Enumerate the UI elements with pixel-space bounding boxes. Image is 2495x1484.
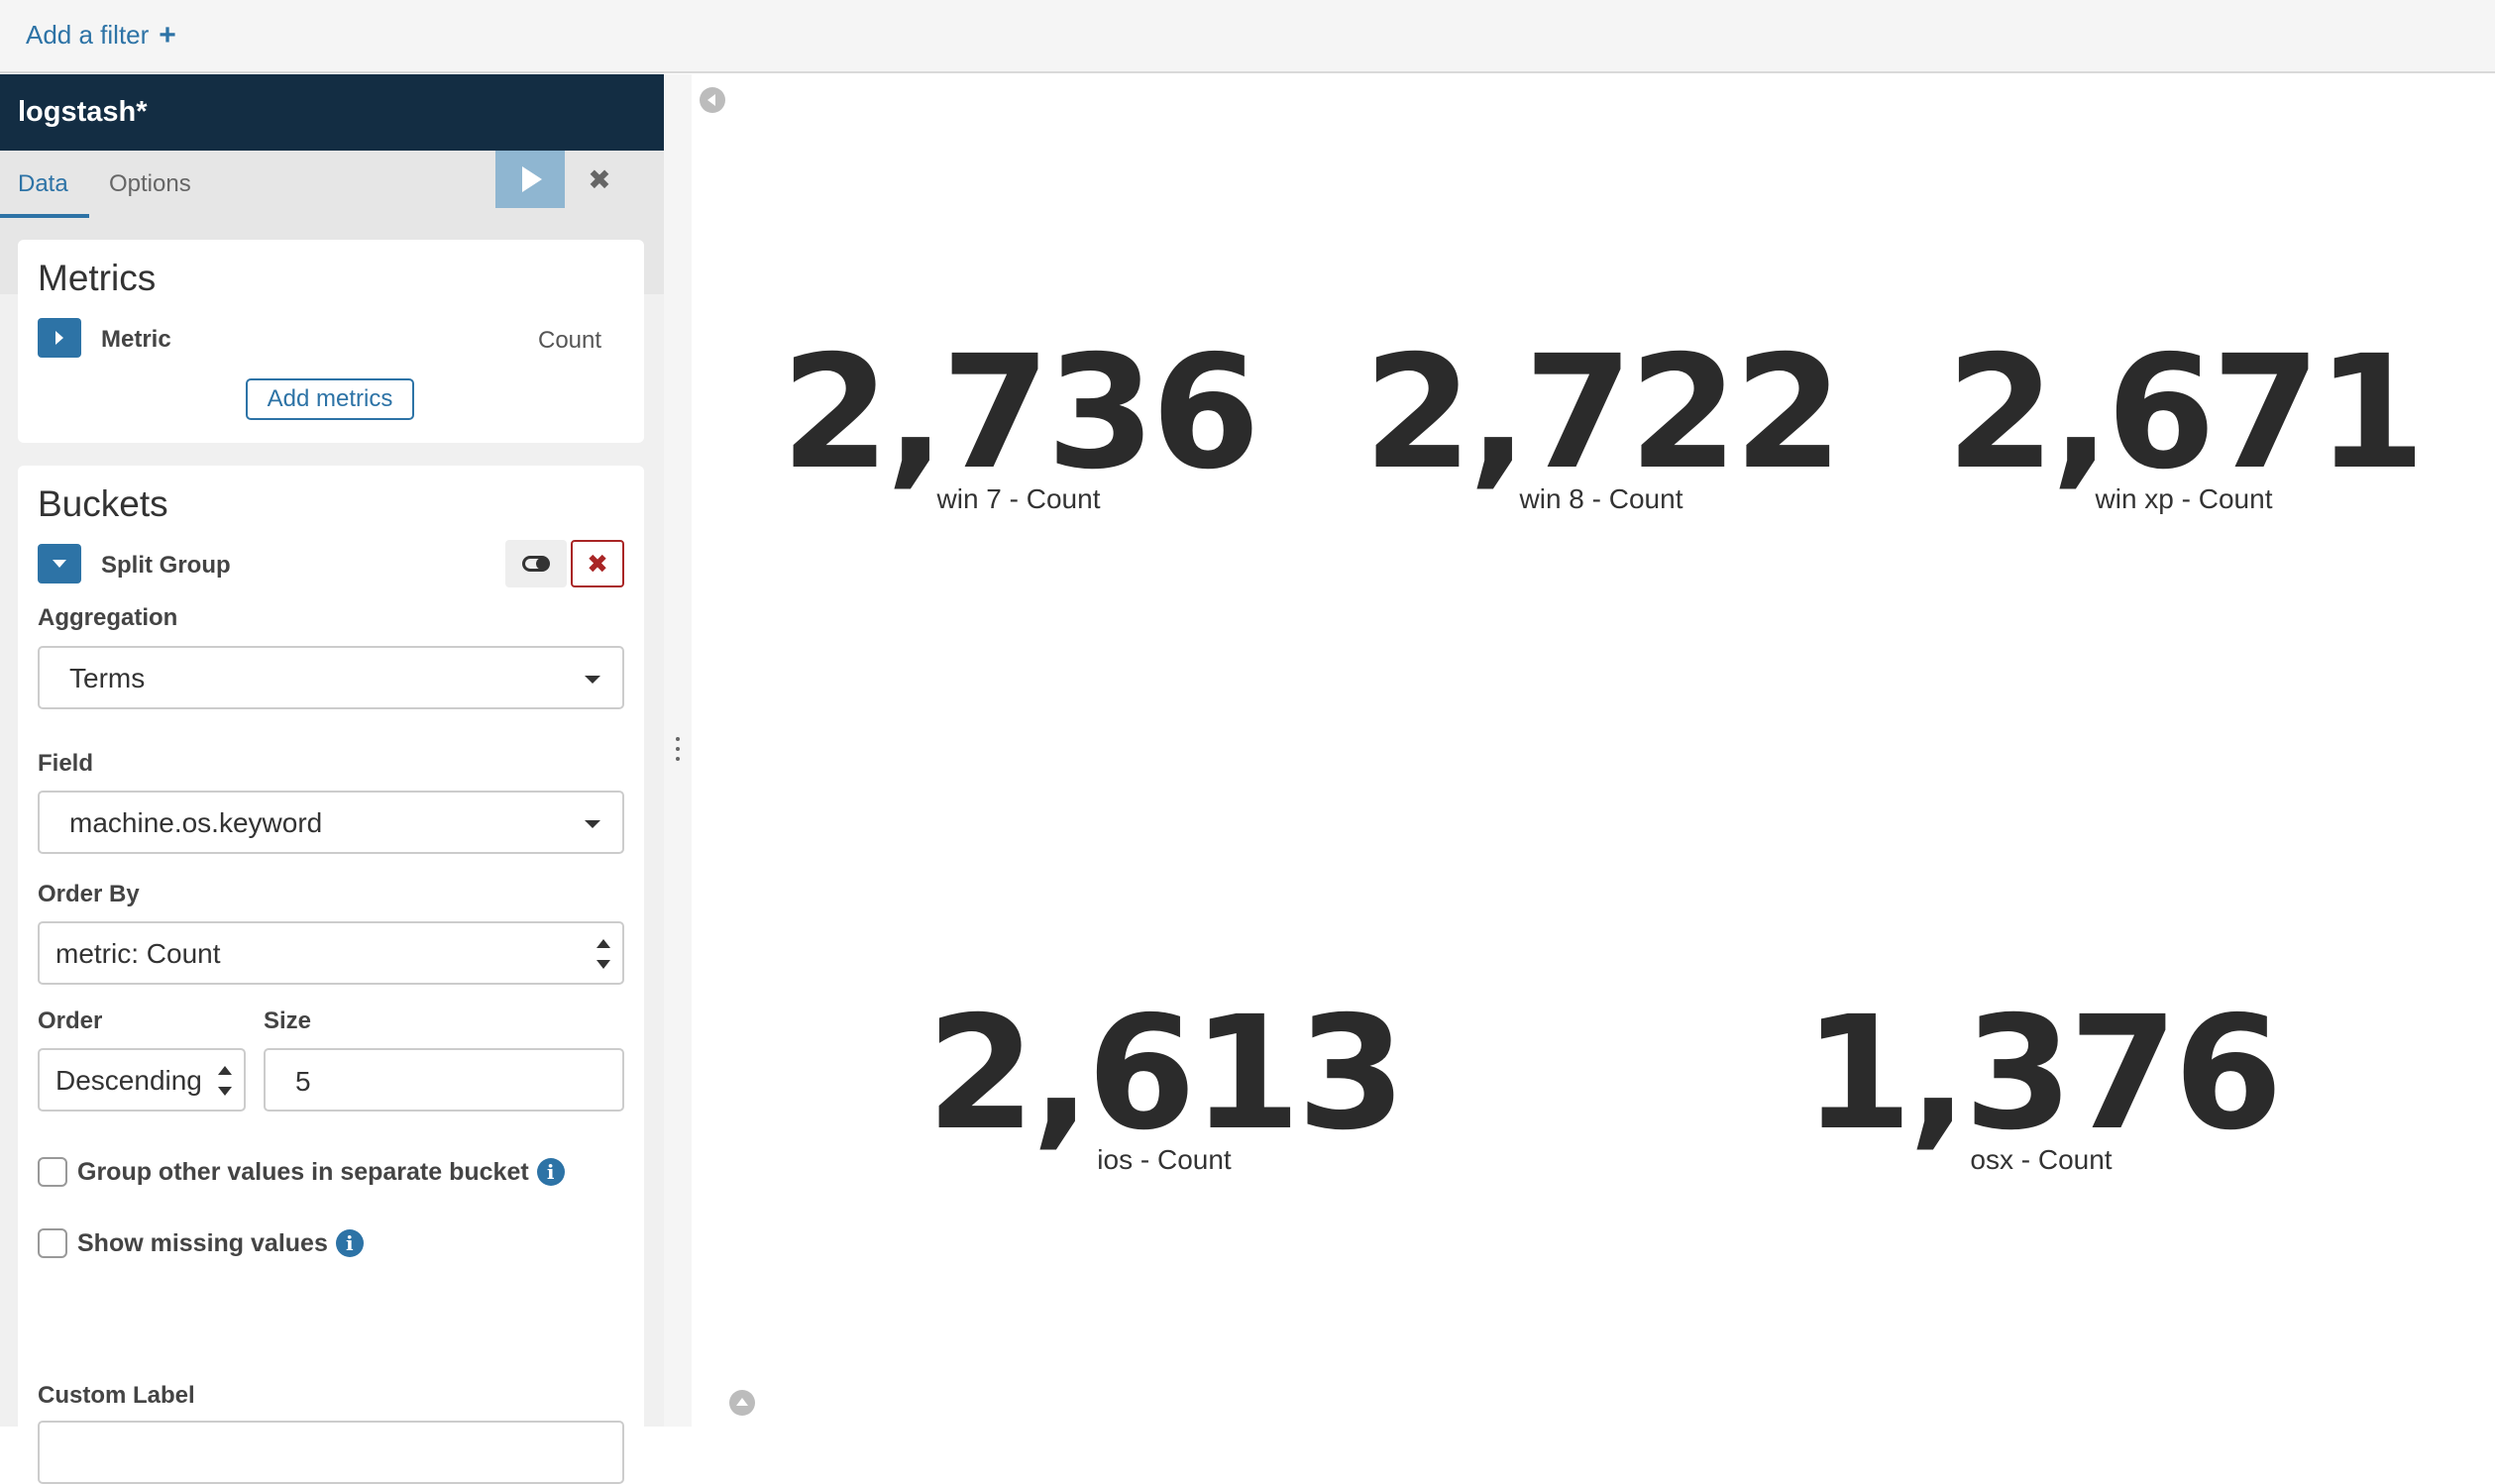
metrics-panel: Metrics Metric Count Add metrics [18,240,644,443]
order-by-label: Order By [38,881,140,907]
order-by-value: metric: Count [55,938,221,969]
buckets-title: Buckets [38,483,168,524]
updown-arrows-icon [597,939,612,969]
add-metrics-button[interactable]: Add metrics [246,378,414,420]
missing-values-option[interactable]: Show missing values i [38,1228,364,1258]
metric-expand-toggle[interactable] [38,318,81,358]
drag-handle-icon[interactable] [676,737,680,761]
index-pattern-title: logstash* [0,74,664,151]
field-value: machine.os.keyword [69,807,323,838]
close-icon: ✖ [588,163,611,195]
chevron-down-icon [53,560,66,568]
order-label: Order [38,1007,103,1034]
tab-data[interactable]: Data [18,170,68,198]
active-tab-indicator [0,214,89,218]
custom-label-label: Custom Label [38,1382,195,1409]
metric-value: 1,376 [1803,983,2283,1165]
caret-down-icon [585,820,600,828]
custom-label-input[interactable] [38,1421,624,1484]
order-by-select[interactable]: metric: Count [38,921,624,985]
aggregation-value: Terms [69,663,146,693]
metric-tile: 2,736 win 7 - Count [741,335,1296,515]
size-value: 5 [295,1066,311,1097]
chevron-right-icon [55,331,63,345]
metric-item-label: Metric [101,326,171,353]
metric-value: 2,722 [1363,322,1843,504]
metric-value: 2,736 [781,322,1260,504]
toggle-icon [522,556,550,572]
metric-tile: 2,613 ios - Count [887,996,1442,1176]
missing-values-checkbox[interactable] [38,1228,67,1258]
other-bucket-label: Group other values in separate bucket [77,1157,529,1186]
info-icon[interactable]: i [536,1158,565,1186]
bucket-collapse-toggle[interactable] [38,544,81,583]
collapse-sidebar-icon[interactable] [700,87,725,113]
toggle-legend-icon[interactable] [729,1390,755,1416]
order-value: Descending [55,1065,202,1096]
info-icon[interactable]: i [335,1229,364,1257]
field-label: Field [38,750,94,777]
bucket-group-label: Split Group [101,552,231,579]
close-icon: ✖ [587,548,608,579]
metric-tile: 2,722 win 8 - Count [1324,335,1879,515]
missing-values-label: Show missing values [77,1228,328,1257]
tab-options[interactable]: Options [109,170,191,198]
metric-tile: 1,376 osx - Count [1764,996,2319,1176]
play-icon [522,166,542,192]
editor-sidebar: logstash* Data Options ✖ Metrics Metric … [0,74,664,1484]
metric-value: 2,671 [1946,322,2426,504]
add-filter-button[interactable]: Add a filter + [26,20,176,51]
toggle-bucket-button[interactable] [505,540,567,587]
plus-icon: + [159,18,176,52]
metric-tile: 2,671 win xp - Count [1906,335,2461,515]
aggregation-select[interactable]: Terms [38,646,624,709]
size-input[interactable]: 5 [264,1048,624,1112]
metrics-title: Metrics [38,258,157,298]
discard-changes-button[interactable]: ✖ [565,151,634,208]
apply-changes-button[interactable] [495,151,565,208]
order-select[interactable]: Descending [38,1048,246,1112]
field-select[interactable]: machine.os.keyword [38,791,624,854]
updown-arrows-icon [218,1066,234,1096]
other-bucket-option[interactable]: Group other values in separate bucket i [38,1157,565,1187]
metric-value: 2,613 [926,983,1406,1165]
aggregation-label: Aggregation [38,604,178,631]
other-bucket-checkbox[interactable] [38,1157,67,1187]
remove-bucket-button[interactable]: ✖ [571,540,624,587]
caret-down-icon [585,676,600,684]
filter-bar: Add a filter + [0,0,2495,73]
size-label: Size [264,1007,312,1034]
metric-item-aggregation: Count [538,327,602,354]
buckets-panel: Buckets Split Group ✖ Aggregation Terms … [18,466,644,1484]
add-filter-label: Add a filter [26,20,150,50]
